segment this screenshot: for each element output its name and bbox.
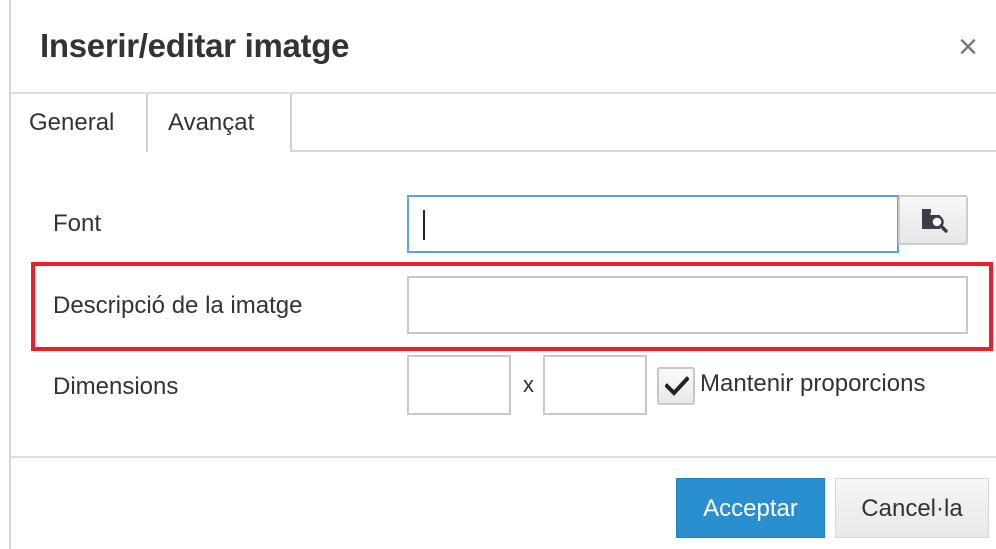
source-label: Font	[53, 210, 102, 237]
tab-advanced[interactable]: Avançat	[148, 94, 292, 152]
constrain-label[interactable]: Mantenir proporcions	[700, 370, 925, 398]
browse-button[interactable]	[898, 195, 968, 245]
close-icon[interactable]: ×	[951, 30, 985, 64]
height-input[interactable]	[543, 355, 647, 415]
footer-divider	[11, 456, 996, 458]
tab-bar: General Avançat	[11, 94, 996, 152]
image-dialog: Inserir/editar imatge × General Avançat …	[9, 0, 996, 549]
width-input[interactable]	[407, 355, 511, 415]
cancel-button[interactable]: Cancel·la	[835, 478, 989, 538]
tabs-divider	[292, 150, 996, 152]
description-label: Descripció de la imatge	[53, 292, 303, 319]
description-input[interactable]	[407, 276, 968, 334]
dialog-title: Inserir/editar imatge	[40, 27, 350, 64]
tab-general[interactable]: General	[11, 94, 148, 152]
source-input[interactable]	[407, 195, 899, 253]
dimensions-label: Dimensions	[53, 373, 179, 400]
ok-button[interactable]: Acceptar	[676, 478, 825, 538]
text-caret	[423, 210, 425, 240]
constrain-checkbox[interactable]	[657, 367, 695, 405]
dimensions-separator: x	[523, 372, 534, 397]
